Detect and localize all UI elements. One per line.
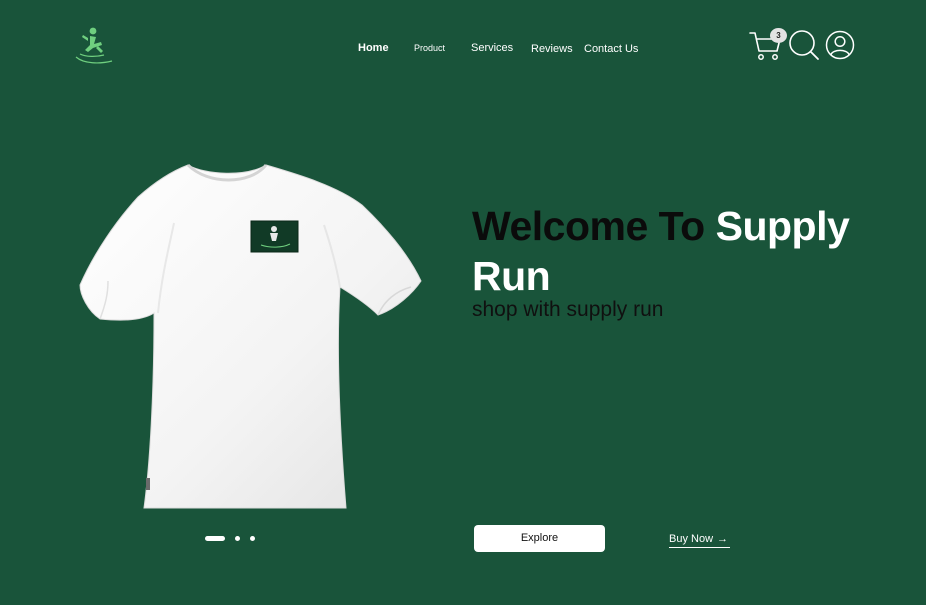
nav-contact-us[interactable]: Contact Us [584,43,638,55]
buy-now-link[interactable]: Buy Now → [669,532,731,548]
landing-page: Home Product Services Reviews Contact Us… [0,0,926,605]
arrow-right-icon: → [717,533,729,545]
buy-now-label: Buy Now [669,533,714,545]
explore-button[interactable]: Explore [474,525,605,552]
carousel-dot-active[interactable] [205,536,225,541]
carousel-dot[interactable] [250,536,255,541]
carousel-dot[interactable] [235,536,240,541]
user-icon[interactable] [825,30,855,60]
nav-services[interactable]: Services [471,42,513,54]
tshirt-image [79,163,422,509]
cart-count-badge: 3 [770,28,787,43]
nav-reviews[interactable]: Reviews [531,43,573,55]
search-icon[interactable] [788,29,820,61]
hero-title-supply: Supply [715,203,850,249]
logo-icon[interactable] [74,26,114,66]
hero-title-welcome: Welcome To [472,203,705,249]
hero-title: Welcome To Supply Run [472,201,902,301]
nav-home[interactable]: Home [358,42,389,54]
hero-title-run: Run [472,253,551,299]
nav-product[interactable]: Product [414,43,445,53]
hero-subtitle: shop with supply run [472,298,664,321]
